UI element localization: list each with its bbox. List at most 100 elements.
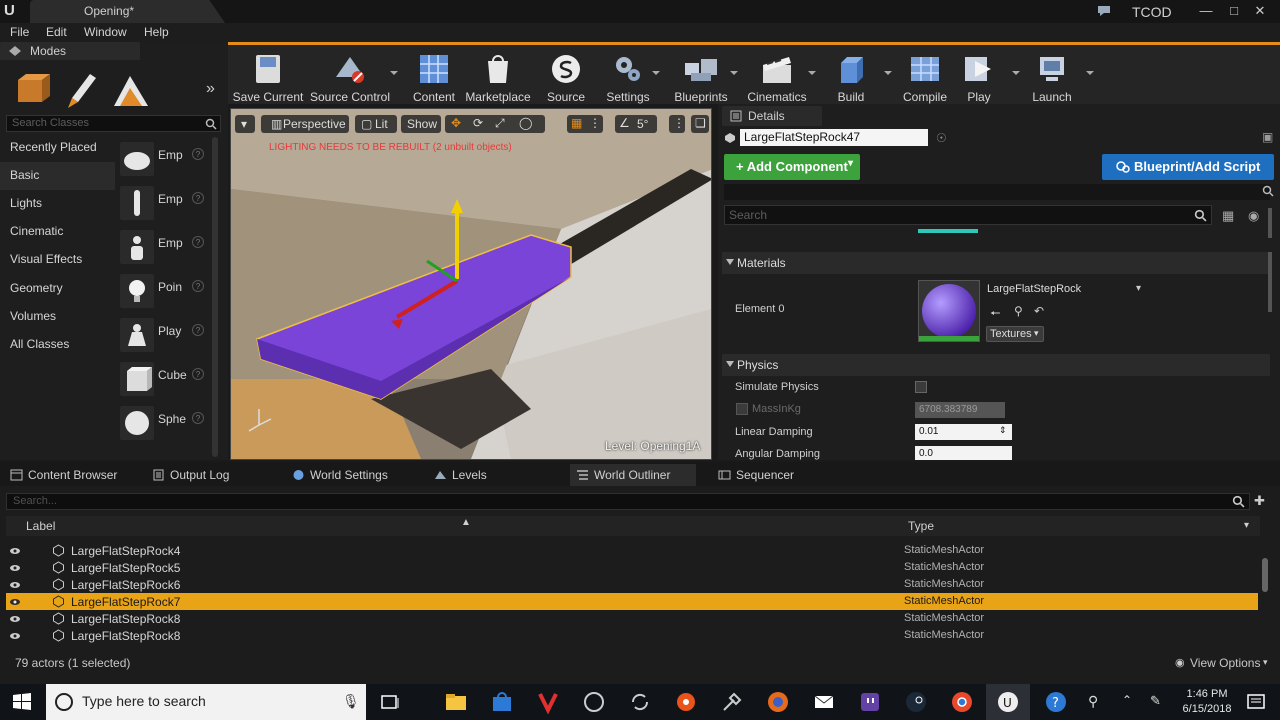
source-control-button[interactable]: Source Control xyxy=(308,49,392,105)
add-component-button[interactable]: + Add Component ▾ xyxy=(724,154,860,180)
table-row[interactable]: LargeFlatStepRock8 StaticMeshActor xyxy=(6,610,1258,627)
tab-world-outliner[interactable]: World Outliner xyxy=(570,464,696,486)
store-icon[interactable] xyxy=(490,690,514,714)
place-item-point-light[interactable]: Poin? xyxy=(118,270,210,314)
cinematics-dropdown-icon[interactable] xyxy=(808,71,816,75)
tab-output-log[interactable]: Output Log xyxy=(146,464,256,486)
camera-speed-button[interactable]: ⋮ xyxy=(669,115,685,133)
property-matrix-icon[interactable]: ▦ xyxy=(1222,208,1234,224)
recorder-icon[interactable] xyxy=(674,690,698,714)
settings-dropdown-icon[interactable] xyxy=(652,71,660,75)
category-cinematic[interactable]: Cinematic xyxy=(0,218,115,246)
actor-name-field[interactable]: LargeFlatStepRock47 xyxy=(740,129,928,146)
taskbar-search-box[interactable]: Type here to search 🎙 xyxy=(46,684,366,720)
linear-damping-field[interactable]: 0.01 ⇕ xyxy=(915,424,1012,440)
lock-icon[interactable]: ☉ xyxy=(936,131,947,145)
visibility-eye-icon[interactable] xyxy=(9,579,21,589)
vivaldi-icon[interactable] xyxy=(536,690,560,714)
landscape-mode-icon[interactable] xyxy=(110,70,152,110)
help-icon[interactable]: ? xyxy=(192,280,204,292)
table-row[interactable]: LargeFlatStepRock6 StaticMeshActor xyxy=(6,576,1258,593)
details-properties-scrollbar[interactable] xyxy=(1268,252,1272,312)
rotation-snap-button[interactable]: ∠ 5° xyxy=(615,115,657,133)
compile-button[interactable]: Compile xyxy=(896,49,954,105)
help-icon[interactable]: ? xyxy=(192,324,204,336)
source-button[interactable]: Source xyxy=(536,49,596,105)
tab-content-browser[interactable]: Content Browser xyxy=(4,464,126,486)
tab-sequencer[interactable]: Sequencer xyxy=(712,464,822,486)
level-viewport[interactable]: ▾ ▥ Perspective ▢ Lit Show ✥ ⟳ ⤢ ◯ ▦ ⋮ ∠… xyxy=(230,108,712,460)
details-tab[interactable]: Details xyxy=(722,106,822,126)
document-tab[interactable]: Opening* xyxy=(30,0,225,23)
blueprints-dropdown-icon[interactable] xyxy=(730,71,738,75)
category-all-classes[interactable]: All Classes xyxy=(0,331,115,359)
build-dropdown-icon[interactable] xyxy=(884,71,892,75)
content-button[interactable]: Content xyxy=(404,49,464,105)
table-row-selected[interactable]: LargeFlatStepRock7 StaticMeshActor xyxy=(6,593,1258,610)
twitch-icon[interactable] xyxy=(858,690,882,714)
show-hidden-icons-chevron-icon[interactable]: ⌃ xyxy=(1122,693,1132,707)
visibility-eye-icon[interactable] xyxy=(9,613,21,623)
category-geometry[interactable]: Geometry xyxy=(0,275,115,303)
steam-icon[interactable] xyxy=(904,690,928,714)
help-icon[interactable]: ? xyxy=(192,148,204,160)
build-button[interactable]: Build xyxy=(822,49,880,105)
world-local-icon[interactable]: ◯ xyxy=(519,116,532,130)
search-classes-input[interactable]: Search Classes xyxy=(6,115,221,132)
chevron-down-icon[interactable]: ▾ xyxy=(1244,520,1249,531)
lit-mode-button[interactable]: ▢ Lit xyxy=(355,115,397,133)
tab-world-settings[interactable]: World Settings xyxy=(286,464,406,486)
menu-edit[interactable]: Edit xyxy=(46,25,67,39)
table-row[interactable]: LargeFlatStepRock4 StaticMeshActor xyxy=(6,542,1258,559)
pen-icon[interactable]: ✎ xyxy=(1150,693,1161,709)
play-dropdown-icon[interactable] xyxy=(1012,71,1020,75)
label-column-header[interactable]: Label xyxy=(26,519,55,533)
help-icon[interactable]: ? xyxy=(192,192,204,204)
play-button[interactable]: Play xyxy=(954,49,1004,105)
launch-dropdown-icon[interactable] xyxy=(1086,71,1094,75)
simulate-physics-checkbox[interactable] xyxy=(915,381,927,393)
visibility-eye-icon[interactable] xyxy=(9,596,21,606)
maximize-icon[interactable]: □ xyxy=(1226,3,1242,19)
mail-icon[interactable] xyxy=(812,690,836,714)
menu-help[interactable]: Help xyxy=(144,25,169,39)
eye-icon[interactable]: ◉ xyxy=(1248,208,1259,224)
category-volumes[interactable]: Volumes xyxy=(0,303,115,331)
taskbar-clock[interactable]: 1:46 PM 6/15/2018 xyxy=(1178,687,1236,717)
place-item-sphere[interactable]: Sphe? xyxy=(118,402,210,446)
help-icon[interactable]: ? xyxy=(192,368,204,380)
place-item-player-start[interactable]: Play? xyxy=(118,314,210,358)
tab-levels[interactable]: Levels xyxy=(428,464,528,486)
angular-damping-field[interactable]: 0.0 xyxy=(915,446,1012,460)
help-icon[interactable]: ? xyxy=(192,236,204,248)
category-basic[interactable]: Basic xyxy=(0,162,115,190)
menu-window[interactable]: Window xyxy=(84,25,127,39)
people-icon[interactable]: ⚲ xyxy=(1088,693,1098,710)
cinematics-button[interactable]: Cinematics xyxy=(742,49,812,105)
details-search-input[interactable]: Search xyxy=(724,205,1212,225)
grid-snap-button[interactable]: ▦ ⋮ xyxy=(567,115,603,133)
outliner-search-input[interactable]: Search... xyxy=(6,493,1250,510)
place-item-empty-character[interactable]: Emp? xyxy=(118,182,210,226)
visibility-eye-icon[interactable] xyxy=(9,562,21,572)
tool-icon[interactable] xyxy=(720,690,744,714)
rotate-tool-icon[interactable]: ⟳ xyxy=(473,116,483,130)
blueprint-add-script-button[interactable]: Blueprint/Add Script xyxy=(1102,154,1274,180)
viewport-scene[interactable] xyxy=(231,109,712,460)
mass-override-checkbox[interactable] xyxy=(736,403,748,415)
more-modes-chevron-icon[interactable]: » xyxy=(206,80,215,98)
place-item-empty-actor[interactable]: Emp? xyxy=(118,138,210,182)
mass-field[interactable]: 6708.383789 xyxy=(915,402,1005,418)
feedback-icon[interactable] xyxy=(1096,4,1112,18)
outliner-scrollbar[interactable] xyxy=(1262,558,1268,592)
reset-icon[interactable]: ↶ xyxy=(1034,304,1044,318)
table-row[interactable]: LargeFlatStepRock8 StaticMeshActor xyxy=(6,627,1258,644)
material-dropdown[interactable]: LargeFlatStepRock ▾ xyxy=(984,282,1148,298)
outliner-add-folder-icon[interactable]: ✚ xyxy=(1254,493,1265,509)
modes-scrollbar[interactable] xyxy=(212,137,218,457)
visibility-eye-icon[interactable] xyxy=(9,630,21,640)
source-control-dropdown-icon[interactable] xyxy=(390,71,398,75)
details-scrollbar[interactable] xyxy=(1268,208,1272,238)
component-search-input[interactable] xyxy=(724,184,1270,200)
help-icon[interactable]: ? xyxy=(192,412,204,424)
